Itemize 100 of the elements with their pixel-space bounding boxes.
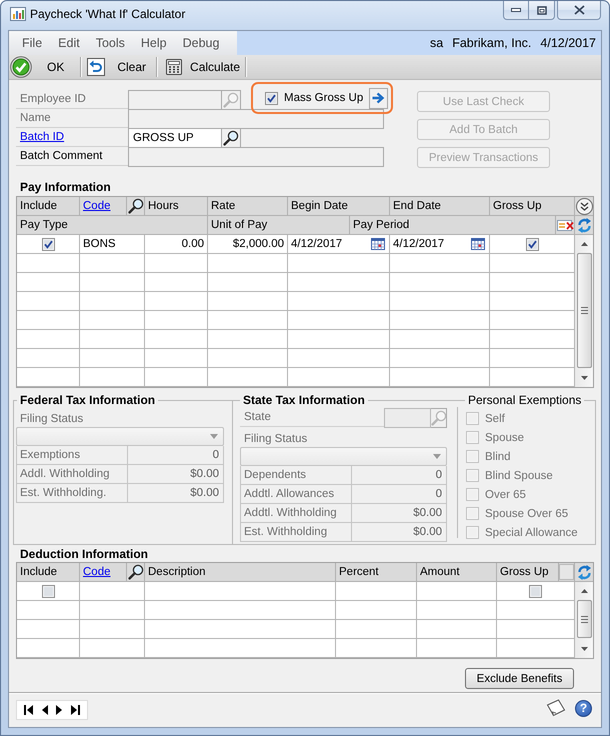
- checkbox-label: Spouse Over 65: [485, 506, 568, 520]
- lookup-button[interactable]: [222, 128, 241, 148]
- search-icon[interactable]: [128, 198, 144, 214]
- check-circle-icon: [10, 56, 32, 78]
- checkbox[interactable]: [265, 92, 278, 104]
- column-header: Begin Date: [288, 197, 390, 215]
- column-header: Include: [17, 563, 80, 581]
- column-header: Percent: [336, 563, 417, 581]
- arrow-button[interactable]: [369, 88, 388, 108]
- checkbox-label: Blind: [485, 450, 511, 464]
- scroll-up-icon[interactable]: [580, 589, 588, 593]
- field-link[interactable]: Batch ID: [20, 130, 64, 144]
- column-link[interactable]: Code: [83, 565, 110, 579]
- menu-item[interactable]: Edit: [58, 36, 80, 50]
- chart-icon: [10, 6, 26, 22]
- input-field[interactable]: GROSS UP: [128, 128, 222, 148]
- minimize-icon: [511, 8, 521, 12]
- field-label: Batch Comment: [20, 149, 102, 163]
- calendar-icon[interactable]: [371, 238, 385, 250]
- column-header: Pay Type: [17, 216, 208, 234]
- menu-item[interactable]: Tools: [96, 36, 125, 50]
- scroll-down-icon[interactable]: [580, 647, 588, 651]
- field-label: Dependents: [240, 466, 352, 484]
- column-header: End Date: [390, 197, 490, 215]
- first-record-icon[interactable]: [24, 705, 34, 715]
- maximize-icon: [536, 6, 546, 14]
- menu-item[interactable]: Debug: [182, 36, 220, 50]
- search-icon: [223, 130, 239, 146]
- table-cell: 0.00: [145, 235, 208, 253]
- field-label: Addtl. Withholding: [240, 504, 352, 522]
- scrollbar[interactable]: [575, 582, 593, 658]
- date-value: 4/12/2017: [393, 237, 444, 251]
- menu-item[interactable]: File: [22, 36, 42, 50]
- column-header: Include: [17, 197, 80, 215]
- scroll-up-icon[interactable]: [580, 242, 588, 246]
- company-name: Fabrikam, Inc.: [452, 36, 532, 50]
- field-label: Employee ID: [20, 92, 86, 106]
- checkbox-label: Special Allowance: [485, 526, 578, 540]
- field-label: Name: [20, 111, 51, 125]
- field-label: State: [244, 410, 271, 424]
- search-icon[interactable]: [128, 564, 144, 580]
- search-icon: [223, 92, 239, 108]
- input-field[interactable]: [128, 147, 384, 167]
- section-title: Deduction Information: [19, 547, 148, 561]
- checkbox-label: Mass Gross Up: [284, 91, 364, 105]
- scroll-thumb[interactable]: [576, 600, 592, 638]
- checkbox[interactable]: [529, 584, 542, 598]
- scroll-thumb[interactable]: [576, 253, 592, 368]
- previous-record-icon[interactable]: [41, 705, 48, 715]
- date-value: 4/12/2017: [291, 237, 342, 251]
- ok-button[interactable]: OK: [9, 55, 80, 79]
- checkbox[interactable]: [42, 584, 54, 598]
- dropdown-arrow-icon: [433, 454, 441, 459]
- column-link[interactable]: Code: [83, 199, 110, 213]
- checkbox-label: Spouse: [485, 430, 524, 444]
- close-button[interactable]: [557, 1, 601, 20]
- checkbox-label: Over 65: [485, 488, 526, 502]
- table-cell: BONS: [80, 235, 145, 253]
- exclude-benefits-button[interactable]: Exclude Benefits: [465, 668, 574, 689]
- field-label: Addl. Withholding: [16, 465, 128, 483]
- user-name: sa: [430, 36, 444, 50]
- checkbox-label: Self: [485, 412, 505, 426]
- checkbox[interactable]: [42, 238, 54, 250]
- system-date: 4/12/2017: [540, 36, 596, 50]
- column-header: Hours: [145, 197, 208, 215]
- next-record-icon[interactable]: [56, 705, 63, 715]
- table-cell: $2,000.00: [208, 235, 288, 253]
- search-icon: [430, 410, 446, 426]
- help-button[interactable]: ?: [575, 700, 592, 716]
- field-label: Filing Status: [19, 412, 84, 426]
- window-title: Paycheck 'What If' Calculator: [30, 7, 186, 22]
- arrow-right-icon: [372, 92, 386, 104]
- clear-button[interactable]: Clear: [82, 55, 156, 79]
- calculate-button[interactable]: Calculate: [158, 55, 246, 79]
- refresh-icon[interactable]: [576, 564, 592, 580]
- field-label: Exemptions: [16, 446, 128, 464]
- calendar-icon[interactable]: [471, 238, 485, 250]
- column-header: Description: [145, 563, 336, 581]
- input-field[interactable]: [384, 408, 431, 428]
- close-icon: [574, 5, 584, 15]
- expand-icon[interactable]: [576, 198, 592, 214]
- group-title: State Tax Information: [240, 393, 368, 407]
- field-label: Filing Status: [243, 432, 308, 446]
- minimize-button[interactable]: [503, 1, 529, 20]
- scrollbar[interactable]: [575, 235, 593, 387]
- maximize-button[interactable]: [529, 1, 555, 20]
- menu-item[interactable]: Help: [140, 36, 167, 50]
- calculator-icon: [166, 59, 182, 75]
- column-header: Pay Period: [350, 216, 556, 234]
- checkbox[interactable]: [526, 238, 538, 250]
- last-record-icon[interactable]: [70, 705, 80, 715]
- field-label: Addtl. Allowances: [240, 485, 352, 503]
- column-header: Gross Up: [490, 197, 575, 215]
- group-title: Federal Tax Information: [17, 393, 158, 407]
- delete-row-icon[interactable]: [556, 218, 574, 232]
- field-label: Est. Withholding.: [16, 484, 128, 502]
- group-title: Personal Exemptions: [465, 393, 584, 407]
- note-icon[interactable]: [546, 699, 566, 717]
- column-header: Amount: [417, 563, 497, 581]
- scroll-down-icon[interactable]: [580, 376, 588, 380]
